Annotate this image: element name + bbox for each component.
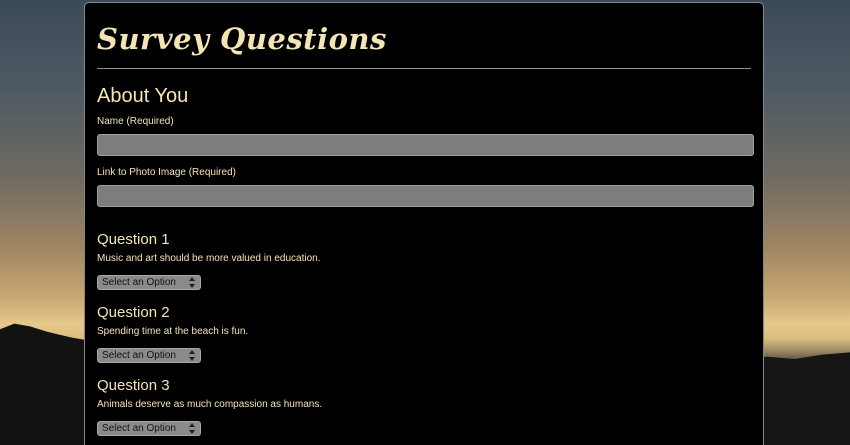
page-title: Survey Questions <box>97 22 387 56</box>
question-1: Question 1 Music and art should be more … <box>97 231 751 290</box>
question-3: Question 3 Animals deserve as much compa… <box>97 377 751 436</box>
title-divider <box>97 68 751 69</box>
question-3-text: Animals deserve as much compassion as hu… <box>97 399 323 410</box>
photo-link-input[interactable] <box>97 185 754 207</box>
question-1-title: Question 1 <box>97 231 170 248</box>
question-2-text: Spending time at the beach is fun. <box>97 326 249 337</box>
question-1-select[interactable]: Select an Option <box>97 275 201 290</box>
question-2-select-value: Select an Option <box>102 350 176 361</box>
question-1-text: Music and art should be more valued in e… <box>97 253 321 264</box>
question-1-select-value: Select an Option <box>102 277 176 288</box>
up-down-chevron-icon <box>189 350 195 361</box>
photo-link-label: Link to Photo Image (Required) <box>97 167 236 178</box>
survey-panel: Survey Questions About You Name (Require… <box>84 2 764 445</box>
name-input[interactable] <box>97 134 754 156</box>
question-2: Question 2 Spending time at the beach is… <box>97 304 751 363</box>
section-title-about: About You <box>97 85 189 107</box>
question-2-select[interactable]: Select an Option <box>97 348 201 363</box>
up-down-chevron-icon <box>189 423 195 434</box>
name-label: Name (Required) <box>97 116 174 127</box>
question-2-title: Question 2 <box>97 304 170 321</box>
question-3-select[interactable]: Select an Option <box>97 421 201 436</box>
up-down-chevron-icon <box>189 277 195 288</box>
question-3-title: Question 3 <box>97 377 170 394</box>
question-3-select-value: Select an Option <box>102 423 176 434</box>
